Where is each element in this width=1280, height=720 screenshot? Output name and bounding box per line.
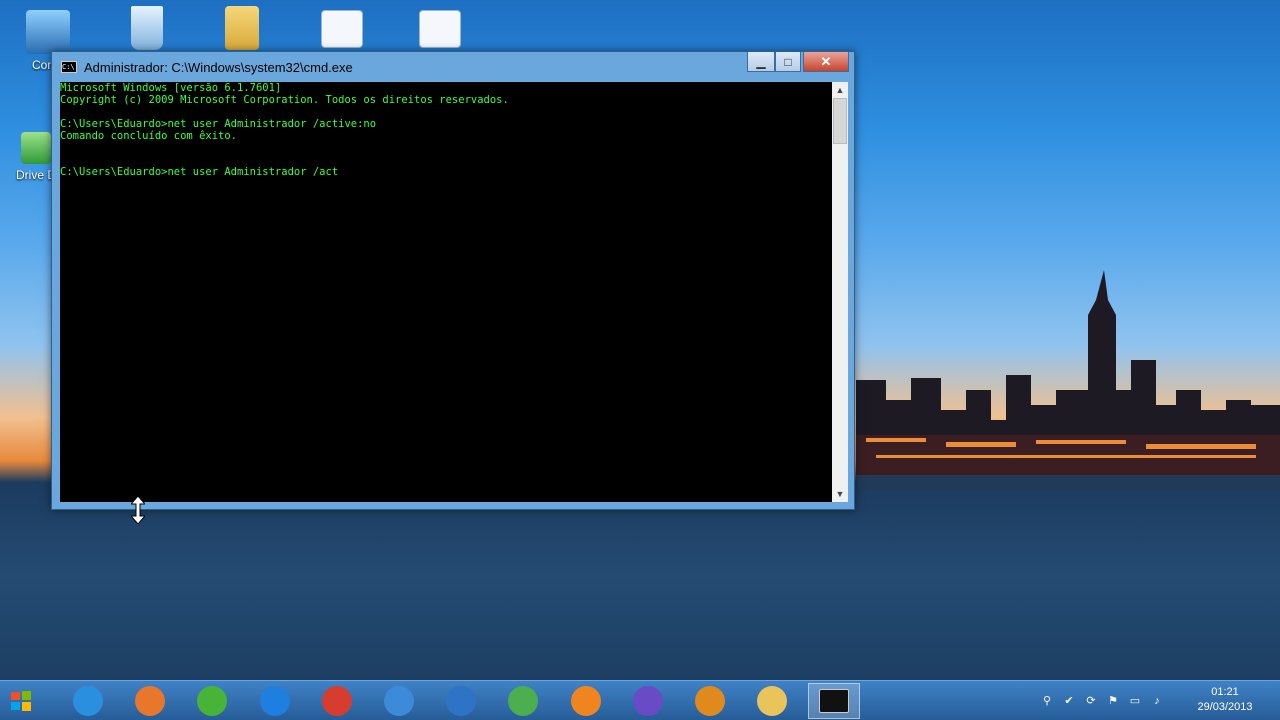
taskbar-app-flask-app[interactable] [373,683,425,719]
firefox-icon [135,686,166,716]
console-line: C:\Users\Eduardo>net user Administrador … [60,118,377,130]
update-icon[interactable]: ⟳ [1084,694,1098,708]
command-prompt-icon [819,689,850,713]
windows-logo-icon [11,691,31,711]
console-line: Comando concluído com êxito. [60,130,238,142]
taskbar-app-vlc[interactable] [560,683,612,719]
scroll-down-icon[interactable]: ▼ [832,486,848,502]
drive-icon [21,132,51,164]
clock-time: 01:21 [1211,686,1239,698]
vertical-scrollbar[interactable]: ▲ ▼ [832,82,848,502]
network-adapter-icon[interactable]: ⚲ [1040,694,1054,708]
window-title: Administrador: C:\Windows\system32\cmd.e… [84,59,353,75]
close-button[interactable]: ✕ [803,52,849,72]
minimize-button[interactable]: ▁ [747,52,775,72]
taskbar-app-firefox[interactable] [124,683,176,719]
recycle-bin-icon [131,6,163,50]
desktop-icon-settings-1[interactable] [312,10,372,52]
desktop-icon-settings-2[interactable] [410,10,470,52]
internet-explorer-icon [73,686,103,716]
resize-cursor-icon [131,496,145,524]
thunder-app-icon [259,686,290,716]
desktop-icon-user-folder[interactable] [212,6,272,54]
taskbar-app-internet-explorer[interactable] [62,683,114,719]
console-output[interactable]: Microsoft Windows [versão 6.1.7601] Copy… [60,82,832,502]
cmd-icon: C:\ [61,61,77,73]
clock[interactable]: 01:21 29/03/2013 [1188,685,1262,715]
maximize-button[interactable]: □ [775,52,801,72]
scrollbar-thumb[interactable] [833,98,847,144]
volume-icon[interactable]: ♪ [1150,694,1164,708]
ccleaner-icon [321,686,352,716]
taskbar-app-utorrent[interactable] [186,683,238,719]
user-folder-icon [225,6,259,50]
start-button[interactable] [2,683,40,719]
taskbar-app-thunder-app[interactable] [249,683,301,719]
network-icon[interactable]: ▭ [1128,694,1142,708]
utorrent-icon [197,686,228,716]
building-app-icon [632,686,663,716]
clock-date: 29/03/2013 [1197,701,1253,713]
action-center-flag-icon[interactable]: ⚑ [1106,694,1120,708]
desktop-icon-label: Drive D [15,168,56,182]
taskbar-app-pdf-app[interactable] [684,683,736,719]
taskbar-app-cube-app[interactable] [497,683,549,719]
pdf-app-icon [695,686,725,716]
scroll-up-icon[interactable]: ▲ [832,82,848,98]
city-skyline-wallpaper [856,270,1280,490]
taskbar-app-building-app[interactable] [622,683,674,719]
command-prompt-window[interactable]: C:\ Administrador: C:\Windows\system32\c… [51,51,855,510]
system-tray: ⚲ ✔ ⟳ ⚑ ▭ ♪ [1040,691,1164,711]
taskbar-app-file-explorer[interactable] [746,683,798,719]
flask-app-icon [384,686,414,716]
vlc-icon [570,686,601,716]
taskbar-app-ccleaner[interactable] [311,683,363,719]
taskbar-app-command-prompt[interactable] [808,683,861,719]
console-line: Copyright (c) 2009 Microsoft Corporation… [60,94,509,106]
file-explorer-icon [757,686,788,716]
settings-shortcut-icon [321,10,363,48]
computer-icon [26,10,70,54]
taskbar: ⚲ ✔ ⟳ ⚑ ▭ ♪ 01:21 29/03/2013 [0,680,1280,720]
security-icon[interactable]: ✔ [1062,694,1076,708]
cube-app-icon [508,686,539,716]
console-input-line: C:\Users\Eduardo>net user Administrador … [60,166,339,178]
settings-shortcut-icon [419,10,461,48]
console-line: Microsoft Windows [versão 6.1.7601] [60,82,282,94]
satellite-app-icon [446,686,477,716]
window-titlebar[interactable]: C:\ Administrador: C:\Windows\system32\c… [52,52,854,82]
desktop-icon-recycle-bin[interactable] [117,6,177,54]
taskbar-app-satellite-app[interactable] [435,683,487,719]
